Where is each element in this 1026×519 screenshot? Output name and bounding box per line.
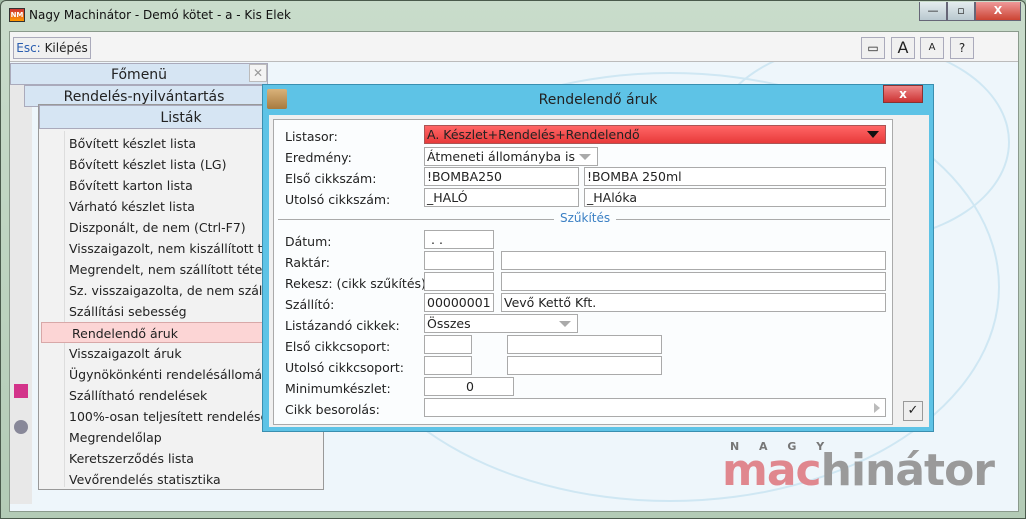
eredmeny-value: Átmeneti állományba is [427,149,576,164]
exit-button[interactable]: Esc: Kilépés [13,37,91,59]
elso-csoport-label: Első cikkcsoport: [285,339,391,354]
utolso-cikkszam-label: Utolsó cikkszám: [285,192,391,207]
elso-cikknev-input[interactable]: !BOMBA 250ml [584,167,886,186]
listasor-select[interactable]: A. Készlet+Rendelés+Rendelendő [424,125,886,144]
listazando-select[interactable]: Összes [424,314,578,333]
listasor-value: A. Készlet+Rendelés+Rendelendő [427,127,640,142]
szallito-label: Szállító: [285,297,335,312]
dropdown-arrow-icon [559,321,571,327]
listazando-label: Listázandó cikkek: [285,318,400,333]
logo-brand-part: hinátor [820,445,995,496]
cube-icon[interactable] [14,384,28,398]
besorolas-input[interactable] [424,398,886,417]
elso-csoport-name-input[interactable] [507,335,662,354]
utolso-csoport-code-input[interactable] [424,356,472,375]
expand-arrow-icon [874,403,880,413]
datum-label: Dátum: [285,234,332,249]
form-panel: Listasor: A. Készlet+Rendelés+Rendelendő… [273,119,893,425]
gears-icon[interactable] [14,420,28,434]
raktar-name-input[interactable] [501,251,886,270]
help-button[interactable]: ? [950,37,974,59]
logo-brand-part: mac [722,445,822,496]
raktar-code-input[interactable] [424,251,494,270]
dialog-window: Rendelendő áruk x Listasor: A. Készlet+R… [262,84,934,432]
utolso-csoport-name-input[interactable] [507,356,662,375]
elso-cikkszam-input[interactable]: !BOMBA250 [424,167,579,186]
exit-label: Kilépés [44,41,88,55]
datum-input[interactable]: . . [424,230,494,249]
dialog-close-button[interactable]: x [883,85,923,103]
rekesz-name-input[interactable] [501,272,886,291]
window-mode-button[interactable]: ▭ [861,37,885,59]
font-larger-button[interactable]: A [891,37,915,59]
dialog-title: Rendelendő áruk [538,92,658,108]
minimize-button[interactable]: — [919,2,947,21]
eredmeny-label: Eredmény: [285,150,352,165]
main-menu-header: Főmenü [10,63,268,85]
shortcut-key: Esc: [16,41,41,55]
utolso-cikkszam-input[interactable]: _HALÓ [424,188,579,207]
app-window: NM Nagy Machinátor - Demó kötet - a - Ki… [0,0,1026,519]
client-area: Esc: Kilépés ▭ A A ? Főmenü ✕ Rendelés-n… [9,31,1019,512]
font-smaller-button[interactable]: A [920,37,944,59]
main-menu-icon-strip [10,84,32,504]
minimum-label: Minimumkészlet: [285,381,391,396]
maximize-button[interactable]: ▫ [947,2,975,21]
window-title: Nagy Machinátor - Demó kötet - a - Kis E… [29,8,291,22]
utolso-cikknev-input[interactable]: _HAlóka [584,188,886,207]
dialog-body: Listasor: A. Készlet+Rendelés+Rendelendő… [269,115,929,427]
besorolas-label: Cikk besorolás: [285,402,380,417]
brand-logo: N A G Y machinátor [722,440,995,493]
minimum-input[interactable]: 0 [424,377,514,396]
raktar-label: Raktár: [285,255,331,270]
utolso-csoport-label: Utolsó cikkcsoport: [285,360,404,375]
close-panel-icon[interactable]: ✕ [249,64,267,82]
dropdown-arrow-icon [867,131,879,138]
rekesz-code-input[interactable] [424,272,494,291]
szukites-heading: Szűkítés [554,211,617,225]
szallito-name-input[interactable]: Vevő Kettő Kft. [501,293,886,312]
close-button[interactable]: X [975,2,1021,21]
listasor-label: Listasor: [285,129,338,144]
elso-csoport-code-input[interactable] [424,335,472,354]
rekesz-label: Rekesz: (cikk szűkítés): [285,276,431,291]
listazando-value: Összes [427,316,471,331]
menu-item[interactable]: Vevőrendelés statisztika [39,469,323,490]
ok-button[interactable]: ✓ [903,401,923,421]
dropdown-arrow-icon [579,154,591,160]
menu-item[interactable]: Keretszerződés lista [39,448,323,469]
elso-cikkszam-label: Első cikkszám: [285,171,377,186]
szallito-code-input[interactable]: 00000001 [424,293,494,312]
toolbar: Esc: Kilépés ▭ A A ? [10,32,1018,62]
app-logo-icon: NM [9,8,25,22]
eredmeny-select[interactable]: Átmeneti állományba is [424,147,598,166]
